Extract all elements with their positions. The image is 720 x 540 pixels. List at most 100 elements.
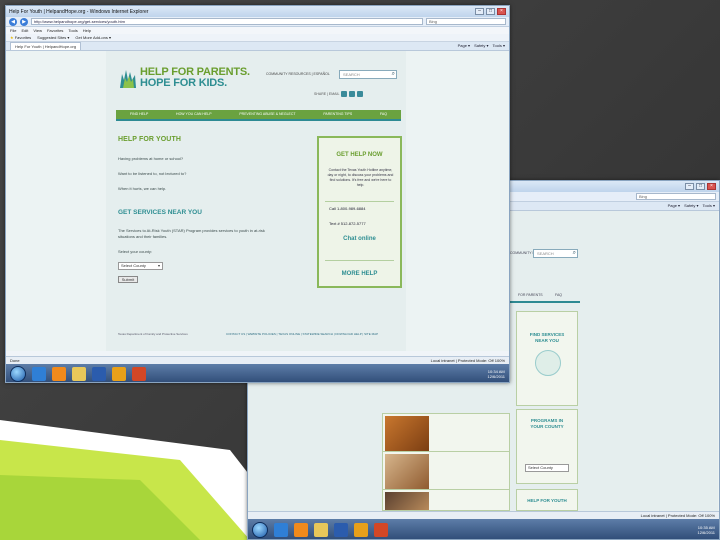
texas-map-icon [535, 350, 561, 376]
maximize-icon[interactable]: □ [696, 183, 705, 190]
chat-online-link[interactable]: Chat online [319, 236, 400, 242]
divider [325, 201, 394, 202]
front-status-bar: Done Local intranet | Protected Mode: Of… [6, 356, 509, 364]
submit-button[interactable]: Submit [118, 276, 138, 283]
start-button[interactable] [10, 366, 26, 382]
favorites-button[interactable]: ★ Favorites [10, 35, 31, 40]
menu-tools[interactable]: Tools [68, 27, 77, 34]
tab-help-for-youth[interactable]: Help For Youth | HelpandHope.org [10, 42, 82, 50]
safety-menu[interactable]: Safety ▾ [684, 202, 698, 210]
close-icon[interactable]: × [497, 8, 506, 15]
share-label: SHARE | EMAIL [314, 92, 340, 96]
facebook-icon[interactable] [341, 91, 348, 97]
card-image-2 [385, 454, 429, 490]
text-number[interactable]: Text # 512-872-5777 [329, 221, 366, 226]
tools-menu[interactable]: Tools ▾ [493, 42, 505, 50]
help-youth-card[interactable]: HELP FOR YOUTH [516, 489, 578, 511]
outlook-icon[interactable] [354, 523, 368, 537]
get-help-text: Contact the Texas Youth Hotline anytime,… [327, 168, 394, 187]
services-text-2: situations and their families. [118, 234, 168, 239]
back-nav-underline [510, 301, 580, 303]
content-card-3[interactable] [382, 489, 510, 511]
front-search-input[interactable]: Bing [426, 18, 506, 25]
nav-how-you-can-help[interactable]: HOW YOU CAN HELP [176, 110, 212, 119]
pinterest-icon[interactable] [357, 91, 364, 97]
front-browser-window: Help For Youth | HelpandHope.org - Windo… [5, 5, 510, 383]
word-icon[interactable] [92, 367, 106, 381]
media-player-icon[interactable] [52, 367, 66, 381]
media-player-icon[interactable] [294, 523, 308, 537]
menu-view[interactable]: View [33, 27, 42, 34]
services-text: The Services to At-Risk Youth (STAR) Pro… [118, 228, 265, 233]
tools-menu[interactable]: Tools ▾ [703, 202, 715, 210]
search-icon[interactable]: ⌕ [392, 71, 395, 78]
back-taskbar: 10:35 AM 12/6/2011 [248, 519, 719, 539]
back-search-input[interactable]: Bing [636, 193, 716, 200]
word-icon[interactable] [334, 523, 348, 537]
nav-underline [116, 119, 401, 121]
minimize-icon[interactable]: – [475, 8, 484, 15]
menu-bar: File Edit View Favorites Tools Help [6, 27, 509, 34]
suggested-sites-button[interactable]: Suggested Sites ▾ [37, 35, 69, 40]
nav-faq[interactable]: FAQ [380, 110, 387, 119]
content-card-2[interactable] [382, 451, 510, 491]
nav-preventing-abuse[interactable]: PREVENTING ABUSE & NEGLECT [239, 110, 295, 119]
call-number[interactable]: Call 1-800-989-6884 [329, 206, 365, 211]
nav-faq[interactable]: FAQ [555, 293, 562, 297]
minimize-icon[interactable]: – [685, 183, 694, 190]
nav-parenting-tips[interactable]: PARENTING TIPS [323, 110, 352, 119]
url-input[interactable]: http://www.helpandhope.org/get-services/… [31, 18, 423, 25]
maximize-icon[interactable]: □ [486, 8, 495, 15]
system-clock[interactable]: 10:34 AM 12/6/2011 [488, 369, 506, 379]
back-arrow-icon[interactable]: ◀ [9, 17, 17, 26]
explorer-folder-icon[interactable] [72, 367, 86, 381]
site-logo[interactable]: HELP FOR PARENTS. HOPE FOR KIDS. [140, 67, 250, 89]
forward-arrow-icon[interactable]: ▶ [20, 17, 28, 26]
get-help-box: GET HELP NOW Contact the Texas Youth Hot… [317, 136, 402, 288]
add-ons-button[interactable]: Get More Add-ons ▾ [75, 35, 111, 40]
ie-icon[interactable] [274, 523, 288, 537]
footer-links[interactable]: CONTACT US | WEBSITE POLICIES | TEXAS ON… [226, 332, 378, 336]
front-titlebar[interactable]: Help For Youth | HelpandHope.org - Windo… [6, 6, 509, 17]
intro-line-3: When it hurts, we can help. [118, 186, 167, 191]
page-menu[interactable]: Page ▾ [668, 202, 680, 210]
share-row: SHARE | EMAIL [314, 91, 364, 97]
hands-logo-icon [120, 70, 136, 88]
start-button[interactable] [252, 522, 268, 538]
help-youth-heading: HELP FOR YOUTH [527, 498, 567, 503]
county-label: Select your county: [118, 249, 153, 254]
close-icon[interactable]: × [707, 183, 716, 190]
menu-help[interactable]: Help [83, 27, 91, 34]
front-page-content: HELP FOR PARENTS. HOPE FOR KIDS. COMMUNI… [6, 51, 509, 351]
ie-icon[interactable] [32, 367, 46, 381]
find-services-card[interactable]: FIND SERVICES NEAR YOU [516, 311, 578, 406]
explorer-folder-icon[interactable] [314, 523, 328, 537]
twitter-icon[interactable] [349, 91, 356, 97]
intro-line-2: Want to be listened to, not lectured to? [118, 171, 187, 176]
site-search-input[interactable]: SEARCH ⌕ [339, 70, 397, 79]
back-county-select[interactable]: Select County [525, 464, 569, 472]
nav-find-help[interactable]: FIND HELP [130, 110, 148, 119]
menu-favorites[interactable]: Favorites [47, 27, 63, 34]
county-select[interactable]: Select County ▾ [118, 262, 163, 270]
page-menu[interactable]: Page ▾ [458, 42, 470, 50]
search-icon[interactable]: ⌕ [573, 250, 576, 257]
main-nav: FIND HELP HOW YOU CAN HELP PREVENTING AB… [116, 110, 401, 119]
intro-line-1: Having problems at home or school? [118, 156, 184, 161]
outlook-icon[interactable] [112, 367, 126, 381]
system-clock[interactable]: 10:35 AM 12/6/2011 [698, 525, 716, 535]
top-links[interactable]: COMMUNITY RESOURCES | ESPAÑOL [266, 72, 330, 76]
back-search-box[interactable]: SEARCH ⌕ [533, 249, 578, 258]
webpage: HELP FOR PARENTS. HOPE FOR KIDS. COMMUNI… [106, 51, 406, 351]
footer-dfps: Texas Department of Family and Protectiv… [118, 332, 188, 336]
page-heading: HELP FOR YOUTH [118, 136, 181, 143]
programs-card[interactable]: PROGRAMS IN YOUR COUNTY Select County [516, 409, 578, 484]
powerpoint-icon[interactable] [374, 523, 388, 537]
safety-menu[interactable]: Safety ▾ [474, 42, 488, 50]
menu-edit[interactable]: Edit [21, 27, 28, 34]
content-card-1[interactable] [382, 413, 510, 453]
powerpoint-icon[interactable] [132, 367, 146, 381]
nav-for-parents[interactable]: FOR PARENTS [518, 293, 543, 297]
more-help-link[interactable]: MORE HELP [319, 271, 400, 277]
menu-file[interactable]: File [10, 27, 16, 34]
